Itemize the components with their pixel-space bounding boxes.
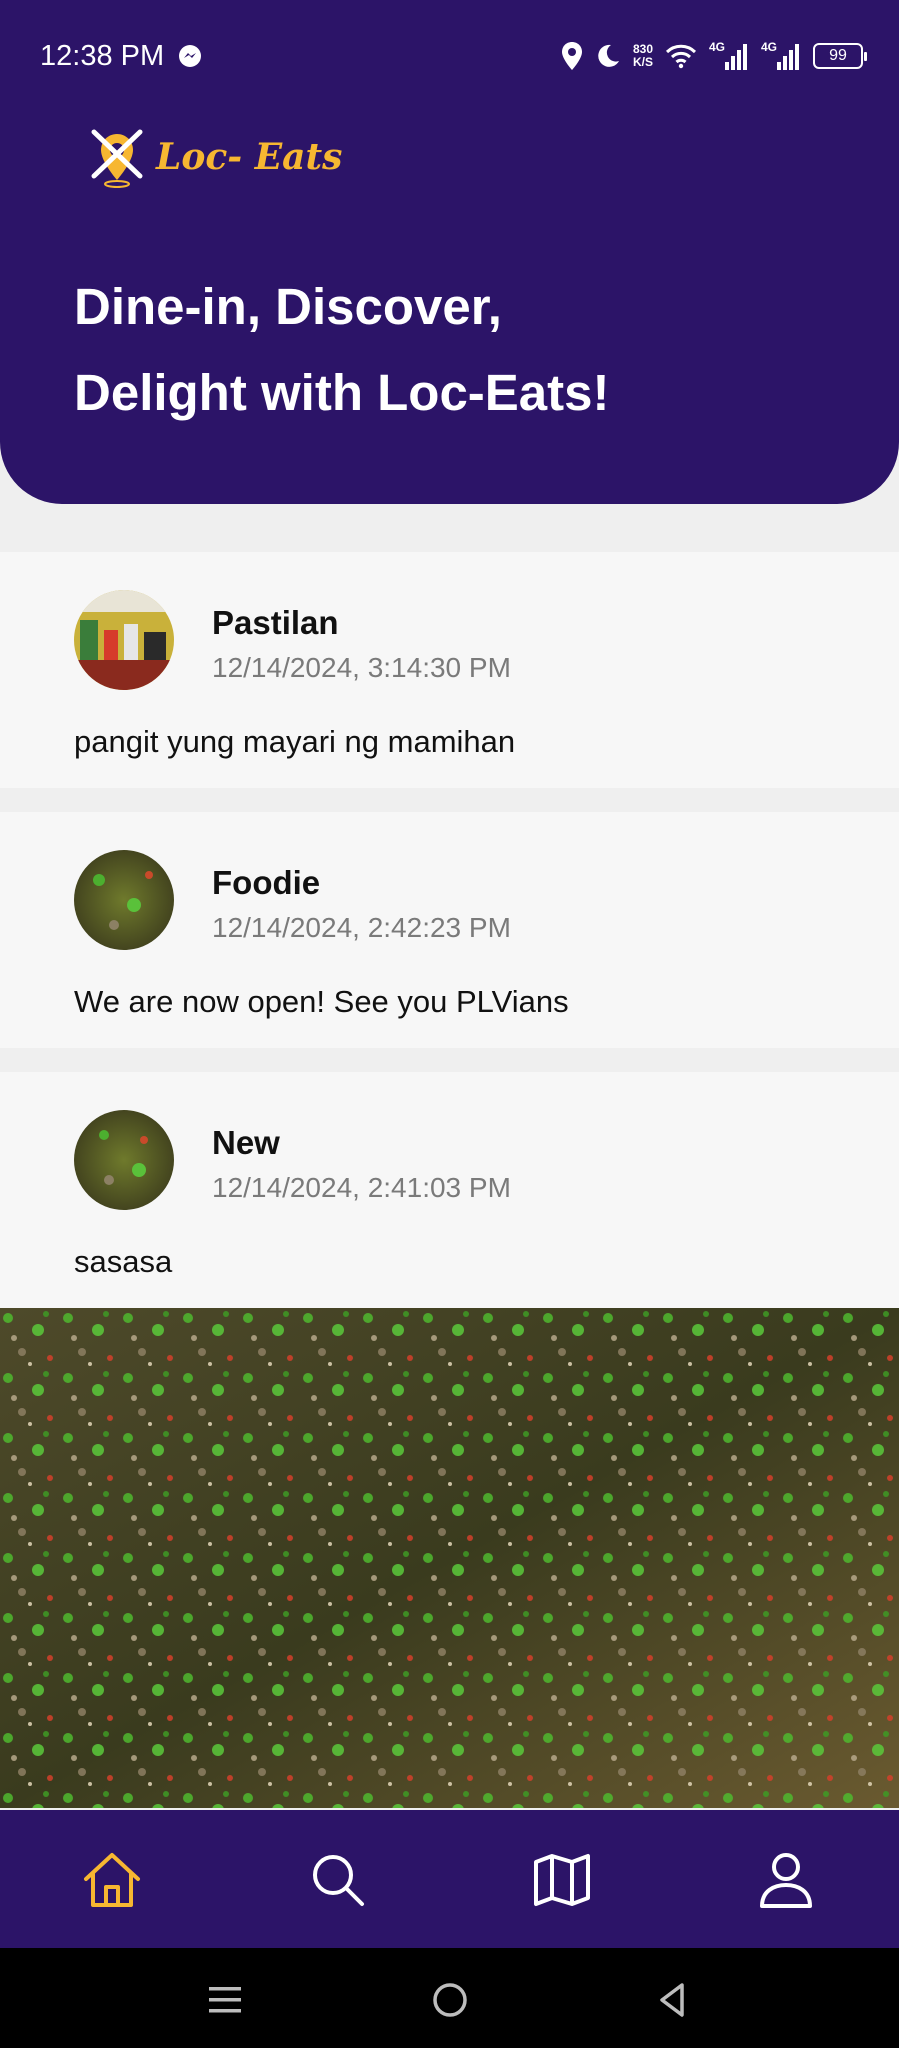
posts-feed: Pastilan 12/14/2024, 3:14:30 PM pangit y… (0, 552, 899, 1308)
food-photo (0, 1308, 899, 1808)
logo-text: Loc- Eats (156, 136, 343, 178)
system-nav-bar (0, 1948, 899, 2048)
post-text: sasasa (74, 1244, 173, 1279)
app-header: 12:38 PM 830 K/S 4G 4G 99 Loc- Eats Dine… (0, 0, 899, 504)
signal-bars-icon (725, 44, 747, 70)
battery-indicator: 99 (813, 43, 867, 69)
avatar[interactable] (74, 590, 174, 690)
food-photo-icon (74, 850, 174, 950)
nav-map-button[interactable] (532, 1850, 592, 1910)
hero-headline: Dine-in, Discover, Delight with Loc-Eats… (74, 278, 610, 421)
post-card[interactable]: New 12/14/2024, 2:41:03 PM sasasa (0, 1072, 899, 1308)
home-circle-icon (433, 1983, 467, 2017)
status-time: 12:38 PM (40, 40, 165, 72)
app-logo: Loc- Eats (88, 126, 342, 188)
post-card[interactable]: Foodie 12/14/2024, 2:42:23 PM We are now… (0, 812, 899, 1048)
map-icon (534, 1854, 590, 1906)
post-timestamp: 12/14/2024, 3:14:30 PM (212, 652, 511, 683)
system-back-button[interactable] (652, 1980, 692, 2020)
nav-profile-button[interactable] (756, 1850, 816, 1910)
moon-icon (598, 44, 619, 67)
post-author: New (212, 1124, 280, 1161)
food-photo-icon (74, 1110, 174, 1210)
signal-bars-icon (777, 44, 799, 70)
nav-home-button[interactable] (82, 1850, 142, 1910)
search-icon (313, 1855, 364, 1906)
home-icon (84, 1853, 140, 1907)
signal-2: 4G (761, 40, 801, 72)
restaurant-photo-icon (74, 590, 174, 690)
post-timestamp: 12/14/2024, 2:42:23 PM (212, 912, 511, 943)
post-card[interactable]: Pastilan 12/14/2024, 3:14:30 PM pangit y… (0, 552, 899, 788)
bottom-nav (0, 1810, 899, 1948)
location-icon (561, 42, 582, 70)
nav-search-button[interactable] (308, 1850, 368, 1910)
network-speed: 830 K/S (632, 42, 653, 69)
status-bar: 12:38 PM 830 K/S 4G 4G 99 (0, 0, 899, 110)
menu-icon (209, 1987, 241, 2013)
fork-spoon-pin-icon (91, 129, 143, 188)
post-author: Foodie (212, 864, 321, 901)
post-image[interactable] (0, 1308, 899, 1808)
post-timestamp: 12/14/2024, 2:41:03 PM (212, 1172, 511, 1203)
avatar[interactable] (74, 1110, 174, 1210)
post-author: Pastilan (212, 604, 339, 641)
messenger-icon (179, 45, 201, 67)
avatar[interactable] (74, 850, 174, 950)
status-indicators: 830 K/S 4G 4G 99 (561, 38, 867, 74)
post-text: We are now open! See you PLVians (74, 984, 569, 1019)
wifi-icon (665, 44, 697, 69)
system-menu-button[interactable] (205, 1980, 245, 2020)
post-text: pangit yung mayari ng mamihan (74, 724, 516, 759)
profile-icon (760, 1853, 812, 1908)
back-icon (660, 1983, 684, 2017)
system-home-button[interactable] (430, 1980, 470, 2020)
signal-1: 4G (709, 40, 749, 72)
